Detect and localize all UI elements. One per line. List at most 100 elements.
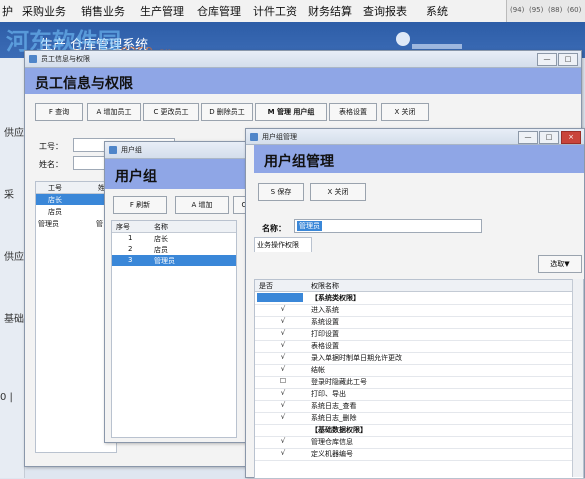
permission-name: 打印、导出 [311,390,346,398]
tab-label: 业务操作权限 [257,241,299,249]
permission-checkbox[interactable]: √ [263,389,303,397]
permission-name: 打印设置 [311,330,339,338]
permission-name: 表格设置 [311,342,339,350]
cell: 店长 [154,235,168,243]
leftnav-item: 0 | [0,392,13,403]
permission-checkbox[interactable]: √ [263,449,303,457]
permission-name: 管理仓库信息 [311,438,353,446]
user-group-header-title: 用户组 [115,169,157,185]
edit-employee-button[interactable]: C 更改员工 [143,103,199,121]
tab-business-permissions[interactable]: 业务操作权限 [254,237,312,252]
permission-name: 【系统类权限】 [311,294,360,302]
menu-item-warehouse[interactable]: 仓库管理 [197,3,241,19]
cell: 3 [128,256,133,264]
user-group-title: 用户组 [121,146,142,154]
strip-label: (88) [548,6,563,14]
employee-id-label: 工号： [39,142,63,151]
query-button[interactable]: F 查询 [35,103,83,121]
cell: 店长 [48,196,62,204]
menu-item-reports[interactable]: 查询报表 [363,3,407,19]
menubar: 护 采购业务 销售业务 生产管理 仓库管理 计件工资 财务结算 查询报表 系统 [0,0,585,23]
group-table: 序号 名称 1 店长 2 店员 3 管理员 [111,220,237,438]
cell: 2 [128,245,133,253]
employee-window-titlebar[interactable]: 员工信息与权限 — □ [25,51,581,68]
close-button[interactable]: X 关闭 [381,103,429,121]
left-nav: 供应 采 供应 基础 0 | [0,58,25,478]
permission-checkbox[interactable]: √ [263,413,303,421]
table-header-row: 序号 名称 [112,221,236,233]
delete-employee-button[interactable]: D 删除员工 [201,103,253,121]
maximize-icon[interactable]: □ [539,131,559,144]
close-button[interactable]: X 关闭 [310,183,366,201]
leftnav-item[interactable]: 基础 [4,310,24,325]
refresh-button[interactable]: F 刷新 [113,196,167,214]
select-dropdown-button[interactable]: 选取▼ [538,255,582,273]
leftnav-item[interactable]: 供应 [4,248,24,263]
employee-header: 员工信息与权限 [25,68,581,94]
column-header-id: 工号 [48,184,62,192]
permissions-table: 是否 权限名称 【系统类权限】 √ 进入系统 √ 系统设置 √ 打印设置 √ 表格设置 √ 录入单据… [254,279,584,479]
column-header-index: 序号 [116,223,130,231]
menu-item-system[interactable]: 系统 [426,3,448,19]
menu-item-finance[interactable]: 财务结算 [308,3,352,19]
window-icon [250,133,258,141]
column-header-name: 名称 [154,223,168,231]
maximize-icon[interactable]: □ [558,53,578,66]
column-header-check: 是否 [259,282,273,290]
permission-checkbox[interactable]: √ [263,341,303,349]
minimize-icon[interactable]: — [537,53,557,66]
permission-checkbox[interactable]: √ [263,353,303,361]
employee-header-title: 员工信息与权限 [35,76,133,92]
cell: 店员 [154,246,168,254]
cell: 店员 [48,208,62,216]
table-header-row: 是否 权限名称 [255,280,583,292]
menu-item-sales[interactable]: 销售业务 [81,3,125,19]
permission-name: 录入单据时制单日期允许更改 [311,354,402,362]
permission-name: 登录时隐藏此工号 [311,378,367,386]
permission-checkbox[interactable]: √ [263,437,303,445]
user-avatar[interactable] [396,32,410,46]
table-row[interactable]: 1 店长 [112,233,236,244]
row-selected-marker [257,293,303,302]
cell: 1 [128,234,133,242]
permission-row[interactable]: √ 定义机器编号 [255,448,573,461]
cell: 管理员 [154,257,175,265]
leftnav-item[interactable]: 供应 [4,124,24,139]
leftnav-item[interactable]: 采 [4,186,14,201]
scrollbar[interactable] [572,279,583,477]
permission-checkbox[interactable]: √ [263,329,303,337]
permission-checkbox[interactable]: √ [263,365,303,373]
background-window-strip: (94) (95) (88) (60) [506,0,585,22]
table-row[interactable]: 2 店员 [112,244,236,255]
strip-label: (60) [567,6,582,14]
minimize-icon[interactable]: — [518,131,538,144]
save-button[interactable]: S 保存 [258,183,304,201]
group-manage-titlebar[interactable]: 用户组管理 — □ × [246,129,584,145]
user-group-header: 用户组 [105,159,255,189]
menu-item-piecework[interactable]: 计件工资 [253,3,297,19]
permission-checkbox[interactable]: ☐ [263,377,303,385]
menu-item-purchase[interactable]: 采购业务 [22,3,66,19]
permission-checkbox[interactable]: √ [263,317,303,325]
menu-item-production[interactable]: 生产管理 [140,3,184,19]
group-manage-window: 用户组管理 — □ × 用户组管理 S 保存 X 关闭 名称： 管理员 业务操作… [245,128,585,479]
permission-name: 进入系统 [311,306,339,314]
group-name-input[interactable]: 管理员 [294,219,482,233]
close-icon[interactable]: × [561,131,581,144]
permission-checkbox[interactable]: √ [263,401,303,409]
permission-checkbox[interactable]: √ [263,305,303,313]
table-settings-button[interactable]: 表格设置 [329,103,377,121]
window-icon [109,146,117,154]
manage-group-button[interactable]: M 管理 用户组 [255,103,327,121]
employee-name-label: 姓名： [39,160,63,169]
user-group-titlebar[interactable]: 用户组 [105,142,255,159]
user-group-window: 用户组 用户组 F 刷新 A 增加 C 序号 名称 1 店长 2 店员 3 管理… [104,141,256,443]
window-icon [29,55,37,63]
group-manage-header-title: 用户组管理 [264,154,334,170]
table-row[interactable]: 3 管理员 [112,255,236,266]
add-employee-button[interactable]: A 增加员工 [87,103,141,121]
strip-label: (95) [529,6,544,14]
menu-item-0[interactable]: 护 [2,3,13,19]
add-button[interactable]: A 增加 [175,196,229,214]
name-label: 名称： [262,224,286,233]
